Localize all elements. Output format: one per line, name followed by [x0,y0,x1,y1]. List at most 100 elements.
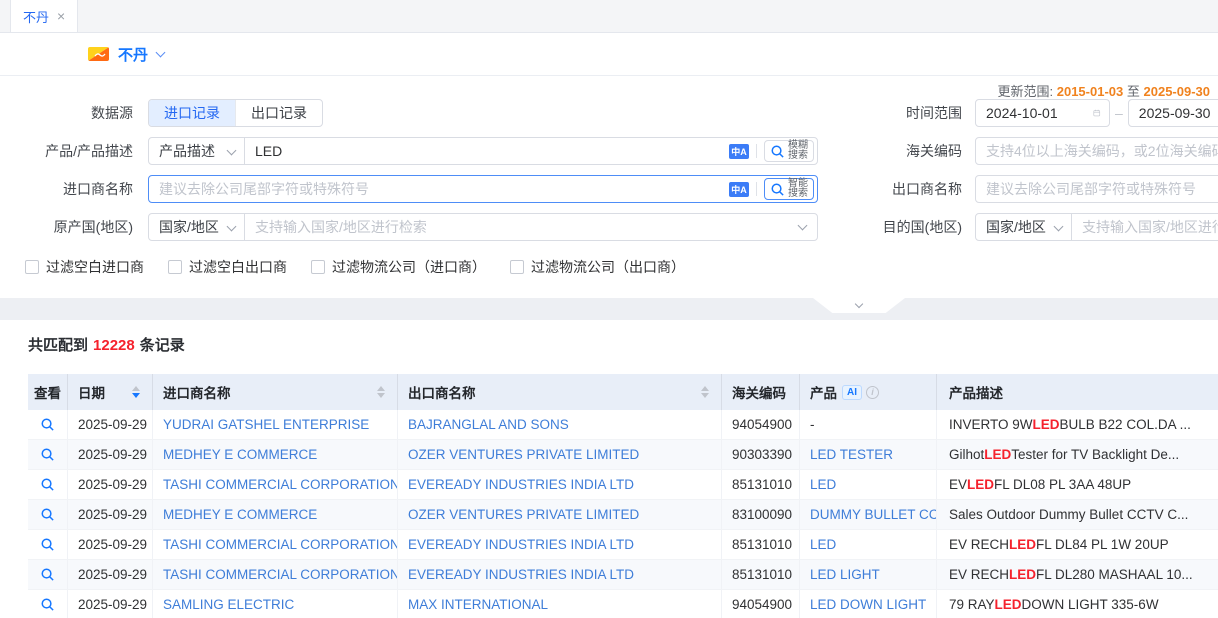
exporter-link[interactable]: OZER VENTURES PRIVATE LIMITED [408,447,639,462]
cell-description: EV RECH LED FL DL84 PL 1W 20UP [937,530,1218,559]
highlighted-keyword: LED [967,477,994,492]
cell-description: Gilhot LED Tester for TV Backlight De... [937,440,1218,469]
smart-search-button[interactable]: 智能 搜索 [764,178,814,200]
import-records-button[interactable]: 进口记录 [149,100,235,126]
header-importer[interactable]: 进口商名称 [153,374,398,410]
checkbox-icon[interactable] [510,260,524,274]
translate-icon[interactable]: 中A [729,182,749,197]
exporter-input[interactable] [975,175,1218,203]
chevron-down-icon [855,299,863,307]
ai-badge: AI [842,385,862,400]
exporter-link[interactable]: BAJRANGLAL AND SONS [408,417,569,432]
date-end-input[interactable] [1128,99,1218,127]
checkbox-icon[interactable] [168,260,182,274]
view-detail-button[interactable] [40,447,55,462]
sort-icon-exporter[interactable] [701,386,709,398]
product-link[interactable]: LED DOWN LIGHT [810,597,926,612]
cell-date: 2025-09-29 [68,530,153,559]
hs-code-input[interactable] [975,137,1218,165]
summary-prefix: 共匹配到 [28,337,88,354]
magnifier-icon [40,417,55,432]
header-description: 产品描述 [937,374,1218,410]
tab-bhutan[interactable]: 不丹 × [10,0,78,32]
close-icon[interactable]: × [57,9,65,23]
checkbox-icon[interactable] [25,260,39,274]
product-link[interactable]: LED [810,537,836,552]
exporter-link[interactable]: EVEREADY INDUSTRIES INDIA LTD [408,537,634,552]
time-range-label: 时间范围 [874,99,962,127]
origin-country-select[interactable]: 国家/地区 [148,213,245,241]
importer-link[interactable]: TASHI COMMERCIAL CORPORATION [163,477,398,492]
importer-link[interactable]: MEDHEY E COMMERCE [163,507,317,522]
view-detail-button[interactable] [40,417,55,432]
product-link[interactable]: LED [810,477,836,492]
results-summary: 共匹配到 12228 条记录 [28,334,1218,355]
checkbox-icon[interactable] [311,260,325,274]
date-end-value[interactable] [1129,105,1218,121]
product-link[interactable]: LED LIGHT [810,567,880,582]
view-detail-button[interactable] [40,597,55,612]
fuzzy-search-button[interactable]: 模糊 搜索 [764,140,814,162]
product-type-select[interactable]: 产品描述 [148,137,245,165]
destination-select-value: 国家/地区 [986,217,1046,237]
importer-link[interactable]: MEDHEY E COMMERCE [163,447,317,462]
date-start-input[interactable] [975,99,1110,127]
sort-icon-importer[interactable] [377,386,385,398]
view-detail-button[interactable] [40,507,55,522]
info-icon[interactable]: i [866,386,879,399]
highlighted-keyword: LED [1009,537,1036,552]
product-type-value: 产品描述 [159,141,215,161]
calendar-icon [1093,106,1101,120]
importer-search-input[interactable] [149,181,729,197]
exporter-link[interactable]: EVEREADY INDUSTRIES INDIA LTD [408,477,634,492]
table-row: 2025-09-29 TASHI COMMERCIAL CORPORATION … [28,560,1218,590]
sort-icon-date[interactable] [132,386,140,398]
table-row: 2025-09-29 YUDRAI GATSHEL ENTERPRISE BAJ… [28,410,1218,440]
importer-link[interactable]: SAMLING ELECTRIC [163,597,294,612]
checkbox-filter-blank-importer[interactable]: 过滤空白进口商 [25,257,144,277]
table-row: 2025-09-29 MEDHEY E COMMERCE OZER VENTUR… [28,500,1218,530]
origin-search-input[interactable] [245,219,799,235]
date-start-value[interactable] [976,105,1093,121]
cell-date: 2025-09-29 [68,440,153,469]
view-detail-button[interactable] [40,537,55,552]
importer-link[interactable]: TASHI COMMERCIAL CORPORATION [163,567,398,582]
collapse-form-button[interactable] [813,298,905,313]
chevron-down-icon[interactable] [156,47,166,57]
view-detail-button[interactable] [40,567,55,582]
exporter-link[interactable]: EVEREADY INDUSTRIES INDIA LTD [408,567,634,582]
date-range-separator: – [1115,105,1123,121]
importer-input-group: 中A 智能 搜索 [148,175,818,203]
exporter-link[interactable]: OZER VENTURES PRIVATE LIMITED [408,507,639,522]
exporter-link[interactable]: MAX INTERNATIONAL [408,597,548,612]
checkbox-filter-logistics-importer[interactable]: 过滤物流公司（进口商） [311,257,486,277]
table-header-row: 查看 日期 进口商名称 出口商名称 海关编码 产品 AI i 产品描述 [28,374,1218,410]
checkbox-filter-blank-exporter[interactable]: 过滤空白出口商 [168,257,287,277]
match-count: 12228 [93,337,135,354]
export-records-button[interactable]: 出口记录 [235,100,322,126]
header-exporter[interactable]: 出口商名称 [398,374,722,410]
exporter-field[interactable] [976,181,1218,197]
cell-description: Sales Outdoor Dummy Bullet CCTV C... [937,500,1218,529]
translate-icon[interactable]: 中A [729,144,749,159]
product-link[interactable]: DUMMY BULLET CCTV... [810,507,937,522]
importer-link[interactable]: TASHI COMMERCIAL CORPORATION [163,537,398,552]
product-input-group: 中A 模糊 搜索 [244,137,818,165]
highlighted-keyword: LED [1033,417,1060,432]
checkbox-filter-logistics-exporter[interactable]: 过滤物流公司（出口商） [510,257,685,277]
cell-hs-code: 94054900 [722,590,800,618]
header-date[interactable]: 日期 [68,374,153,410]
product-label: 产品/产品描述 [0,137,133,165]
divider [756,144,757,158]
view-detail-button[interactable] [40,477,55,492]
summary-suffix: 条记录 [140,337,185,354]
product-search-input[interactable] [245,143,729,159]
product-link[interactable]: LED TESTER [810,447,893,462]
hs-code-field[interactable] [976,143,1218,159]
divider [756,182,757,196]
destination-search-input[interactable] [1072,219,1218,235]
destination-country-select[interactable]: 国家/地区 [975,213,1072,241]
magnifier-icon [40,447,55,462]
hs-code-label: 海关编码 [874,137,962,165]
importer-link[interactable]: YUDRAI GATSHEL ENTERPRISE [163,417,369,432]
